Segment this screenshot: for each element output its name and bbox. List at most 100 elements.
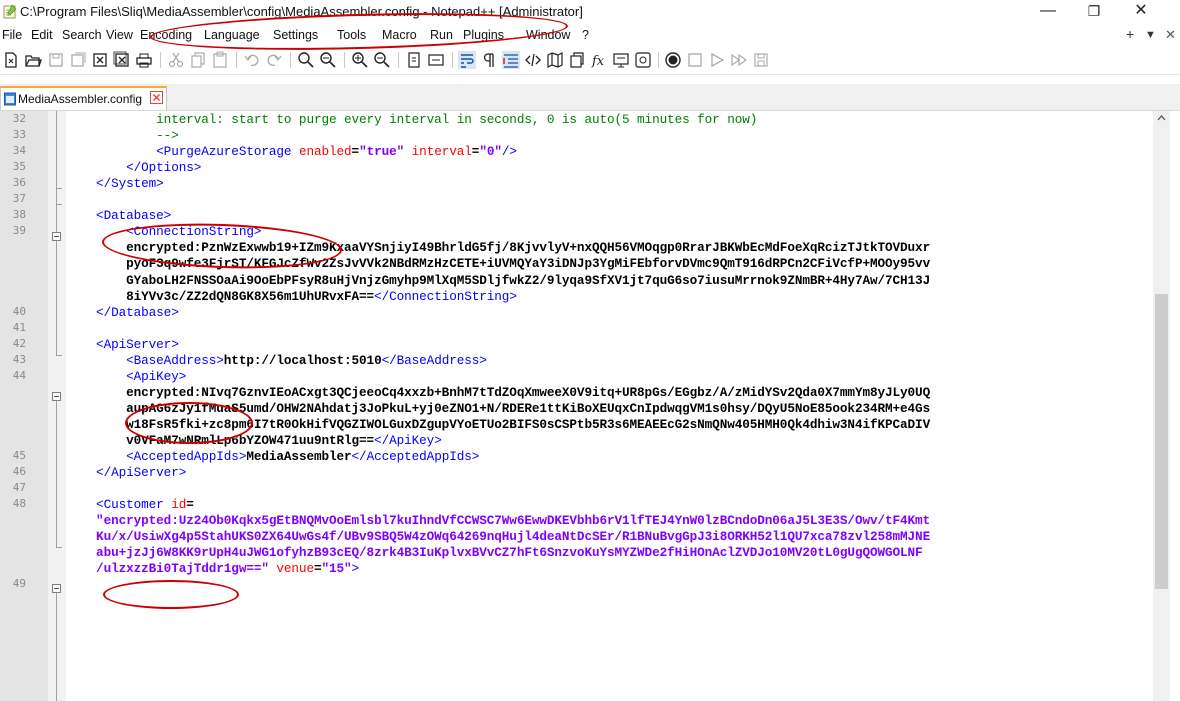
print-icon[interactable] (135, 51, 153, 69)
toolbar-separator (160, 52, 161, 68)
code-token: /ulzxzzBi0TajTddr1gw==" (66, 561, 277, 577)
play-macro-icon[interactable] (708, 51, 726, 69)
menu-view[interactable]: View (106, 28, 133, 42)
vertical-scrollbar[interactable] (1153, 111, 1170, 701)
code-line: interval: start to purge every interval … (66, 112, 757, 127)
code-token: MediaAssembler (246, 449, 352, 465)
line-number-gutter: 32 33 34 35 36 37 38 39 40 41 42 43 44 45 46 47 48 49 (0, 111, 48, 701)
monitoring-icon[interactable] (634, 51, 652, 69)
annotation-ellipse-customer (103, 580, 239, 609)
tab-list-dropdown-button[interactable]: ▼ (1145, 29, 1156, 41)
line-number: 40 (12, 304, 26, 318)
menu-help[interactable]: ? (582, 28, 589, 42)
document-tab-bar: MediaAssembler.config (0, 84, 1180, 111)
line-number: 36 (12, 176, 26, 190)
tab-mediaassembler-config[interactable]: MediaAssembler.config (0, 86, 167, 110)
code-token: <AcceptedAppIds> (66, 449, 247, 465)
new-file-icon[interactable] (2, 51, 20, 69)
code-token: <ApiServer> (66, 336, 179, 352)
close-tab-icon[interactable] (150, 91, 163, 104)
cut-icon[interactable] (167, 51, 185, 69)
close-all-icon[interactable] (113, 51, 131, 69)
zoom-out-icon[interactable] (373, 51, 391, 69)
code-token: "0" (479, 144, 502, 160)
code-line: <PurgeAzureStorage enabled="true" interv… (66, 144, 517, 159)
sync-horizontal-icon[interactable] (427, 51, 445, 69)
close-window-button[interactable]: ✕ (1118, 0, 1164, 24)
replace-icon[interactable] (319, 51, 337, 69)
annotation-ellipse-apikey (125, 402, 253, 444)
toolbar-separator (290, 52, 291, 68)
code-line: <BaseAddress>http://localhost:5010</Base… (66, 353, 487, 368)
document-map-icon[interactable] (546, 51, 564, 69)
find-icon[interactable] (297, 51, 315, 69)
maximize-button[interactable]: ❐ (1071, 0, 1117, 24)
undo-icon[interactable] (243, 51, 261, 69)
line-number: 45 (12, 449, 26, 463)
menu-file[interactable]: File (2, 28, 22, 42)
code-token: /> (501, 144, 517, 160)
scroll-up-arrow-icon[interactable] (1157, 114, 1166, 121)
fold-guide (56, 111, 57, 235)
code-token: </System> (66, 176, 164, 192)
code-token: "encrypted:Uz24Ob0Kqkx5gEtBNQMvOoEmlsbl7… (66, 513, 931, 529)
paste-icon[interactable] (211, 51, 229, 69)
fold-guide (56, 241, 57, 356)
code-token: venue (276, 561, 314, 577)
close-document-button[interactable]: ✕ (1165, 27, 1176, 43)
code-token: interval: start to purge every interval … (66, 112, 758, 127)
code-token: 8iYVv3c/ZZ2dQN8GK8X56m1UhURvxFA== (66, 288, 375, 304)
toolbar: fx (0, 46, 1180, 75)
fold-collapse-customer-icon[interactable] (52, 584, 61, 593)
save-all-icon[interactable] (69, 51, 87, 69)
line-number: 47 (12, 481, 26, 495)
close-file-icon[interactable] (91, 51, 109, 69)
document-list-icon[interactable] (568, 51, 586, 69)
line-number: 39 (12, 224, 26, 238)
scrollbar-thumb[interactable] (1155, 294, 1168, 589)
line-number: 41 (12, 320, 26, 334)
redo-icon[interactable] (265, 51, 283, 69)
fold-guide (56, 593, 57, 701)
record-macro-icon[interactable] (664, 51, 682, 69)
menu-search[interactable]: Search (62, 28, 102, 42)
toolbar-separator (658, 52, 659, 68)
save-icon[interactable] (47, 51, 65, 69)
save-macro-icon[interactable] (752, 51, 770, 69)
code-token: </AcceptedAppIds> (351, 449, 480, 465)
code-token: > (351, 561, 360, 577)
toolbar-separator (344, 52, 345, 68)
copy-icon[interactable] (189, 51, 207, 69)
fold-end-marker (56, 355, 62, 356)
code-line: GYaboLH2FNSSOaAi9OoEbPFsyR8uHjVnjzGmyhp9… (66, 273, 930, 288)
code-line: </System> (66, 176, 164, 191)
xml-tag-icon[interactable] (524, 51, 542, 69)
code-token: id (171, 497, 187, 513)
fold-end-marker (56, 188, 62, 189)
folder-as-workspace-icon[interactable] (612, 51, 630, 69)
zoom-in-icon[interactable] (351, 51, 369, 69)
fold-collapse-database-icon[interactable] (52, 232, 61, 241)
show-all-characters-icon[interactable] (480, 51, 498, 69)
code-token: GYaboLH2FNSSOaAi9OoEbPFsyR8uHjVnjzGmyhp9… (66, 272, 931, 288)
sync-vertical-icon[interactable] (405, 51, 423, 69)
word-wrap-icon[interactable] (458, 51, 476, 69)
code-token: "15" (321, 561, 352, 577)
new-tab-plus-button[interactable]: + (1126, 26, 1134, 42)
line-number: 43 (12, 352, 26, 366)
code-token: </Database> (66, 304, 179, 320)
line-number: 42 (12, 336, 26, 350)
function-list-icon[interactable]: fx (590, 51, 608, 69)
fold-collapse-apiserver-icon[interactable] (52, 392, 61, 401)
indent-guide-icon[interactable] (502, 51, 520, 69)
menu-edit[interactable]: Edit (31, 28, 53, 42)
code-token: </Options> (66, 160, 202, 176)
minimize-button[interactable]: — (1025, 0, 1071, 24)
line-number: 49 (12, 577, 26, 591)
stop-macro-icon[interactable] (686, 51, 704, 69)
open-file-icon[interactable] (24, 51, 42, 69)
run-macro-multiple-icon[interactable] (730, 51, 748, 69)
file-tab-icon (4, 92, 16, 106)
line-number: 48 (12, 497, 26, 511)
fold-guide (56, 401, 57, 548)
